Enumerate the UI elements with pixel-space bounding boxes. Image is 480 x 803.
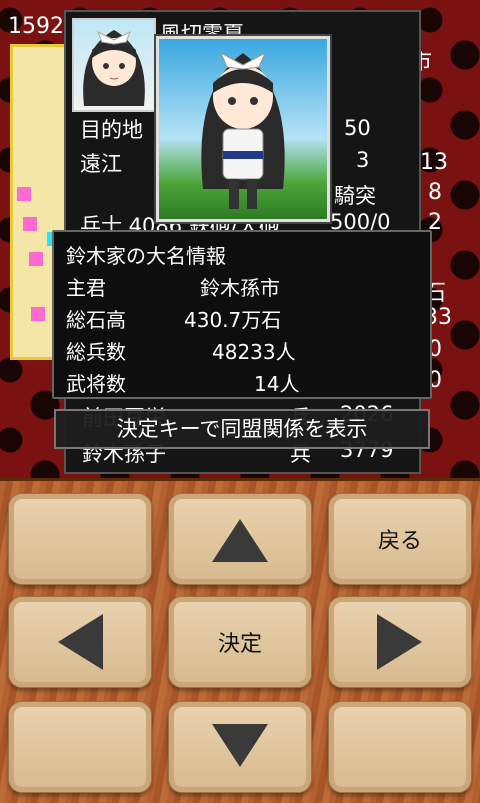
map-castle-marker <box>31 307 45 321</box>
popup-title: 鈴木家の大名情報 <box>66 244 226 268</box>
game-screen: 1592 市 13 8 2 石 33 0 0 風切零夏 目的地 50 遠江 3 … <box>0 0 480 478</box>
province-value: 3 <box>356 148 370 172</box>
year-label: 1592 <box>8 14 64 39</box>
up-button[interactable] <box>168 493 312 585</box>
lord-value: 鈴木孫市 <box>200 276 280 300</box>
daimyo-info-popup: 鈴木家の大名情報 主君 鈴木孫市 総石高 430.7万石 総兵数 48233人 … <box>52 230 432 399</box>
officers-label: 武将数 <box>66 372 126 396</box>
empty-button-bottom-right[interactable] <box>328 701 472 793</box>
destination-label: 目的地 <box>80 118 143 142</box>
right-arrow-icon <box>329 597 471 687</box>
map-castle-marker <box>29 252 43 266</box>
control-pad: 戻る 決定 <box>0 478 480 803</box>
empty-button-bottom-left[interactable] <box>8 701 152 793</box>
right-button[interactable] <box>328 596 472 688</box>
province-label: 遠江 <box>80 152 122 176</box>
down-button[interactable] <box>168 701 312 793</box>
map-castle-marker <box>17 187 31 201</box>
soldiers-value: 48233人 <box>212 340 296 364</box>
down-arrow-icon <box>169 702 311 792</box>
officers-value: 14人 <box>254 372 300 396</box>
ok-button-label: 決定 <box>217 632 262 657</box>
side-value: 8 <box>428 180 442 205</box>
ok-button[interactable]: 決定 <box>168 596 312 688</box>
destination-value: 50 <box>344 116 371 140</box>
up-arrow-icon <box>169 494 311 584</box>
alliance-hint: 決定キーで同盟関係を表示 <box>54 409 430 449</box>
skill-value: 騎突 <box>334 184 376 208</box>
left-button[interactable] <box>8 596 152 688</box>
rice-label: 総石高 <box>66 308 126 332</box>
left-arrow-icon <box>9 597 151 687</box>
officer-face-portrait <box>72 18 156 112</box>
soldiers-label: 総兵数 <box>66 340 126 364</box>
back-button-label: 戻る <box>377 529 422 554</box>
lord-label: 主君 <box>66 276 106 300</box>
empty-button-top-left[interactable] <box>8 493 152 585</box>
back-button[interactable]: 戻る <box>328 493 472 585</box>
rice-value: 430.7万石 <box>184 308 282 332</box>
map-castle-marker <box>23 217 37 231</box>
side-value: 13 <box>420 150 448 175</box>
officer-full-portrait <box>156 36 330 222</box>
